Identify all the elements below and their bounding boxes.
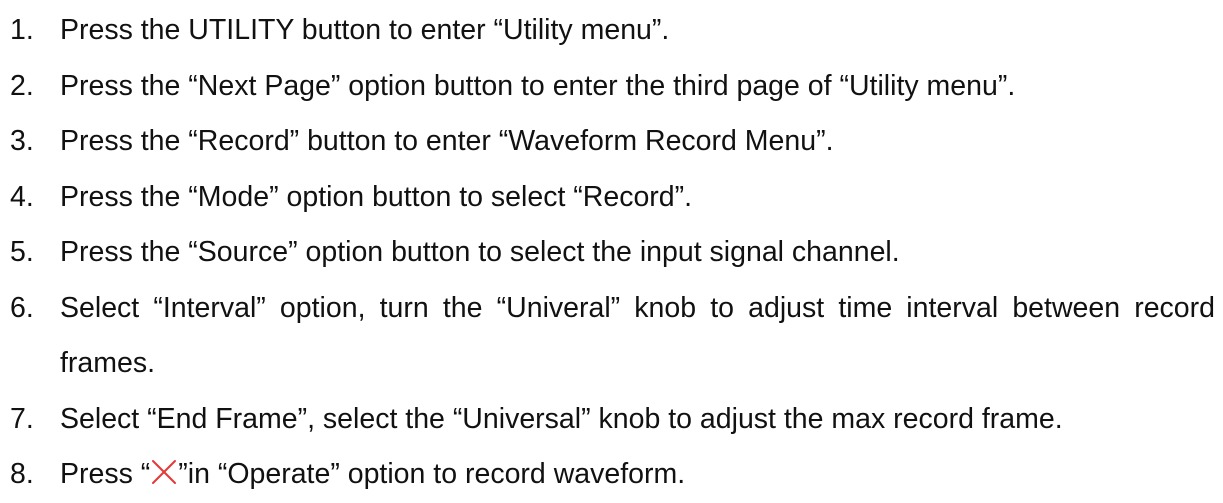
instruction-list: 1. Press the UTILITY button to enter “Ut… [0, 3, 1223, 503]
step-number: 8. [10, 458, 34, 490]
step-text: Select “End Frame”, select the “Universa… [60, 402, 1063, 435]
step-text-before-icon: Press “ [60, 458, 151, 490]
list-item: 4. Press the “Mode” option button to sel… [0, 170, 1223, 226]
list-item: 7. Select “End Frame”, select the “Unive… [0, 392, 1223, 448]
list-item: 3. Press the “Record” button to enter “W… [0, 114, 1223, 170]
list-item: 8. Press “ ”in “Operate” option to record… [0, 447, 1223, 503]
step-number: 2. [10, 69, 34, 102]
step-number: 4. [10, 180, 34, 213]
step-text: Press the “Mode” option button to select… [60, 180, 693, 213]
step-text: Press “ ”in “Operate” option to record wa… [60, 447, 1223, 503]
list-item: 2. Press the “Next Page” option button t… [0, 59, 1223, 115]
step-text: Press the “Source” option button to sele… [60, 236, 900, 268]
list-item: 6. Select “Interval” option, turn the “U… [0, 281, 1223, 392]
list-item: 1. Press the UTILITY button to enter “Ut… [0, 3, 1223, 59]
step-text: Press the UTILITY button to enter “Utili… [60, 14, 670, 46]
step-number: 7. [10, 402, 34, 435]
step-number: 1. [10, 14, 34, 46]
list-item: 5. Press the “Source” option button to s… [0, 225, 1223, 281]
step-text: Select “Interval” option, turn the “Univ… [60, 291, 1215, 380]
step-text: Press the “Next Page” option button to e… [60, 69, 1016, 102]
step-text-after-icon: ”in “Operate” option to record waveform. [178, 458, 686, 490]
step-text: Press the “Record” button to enter “Wave… [60, 125, 834, 157]
step-number: 5. [10, 236, 34, 268]
step-number: 6. [10, 291, 34, 324]
record-x-icon [150, 458, 178, 486]
step-number: 3. [10, 125, 34, 157]
